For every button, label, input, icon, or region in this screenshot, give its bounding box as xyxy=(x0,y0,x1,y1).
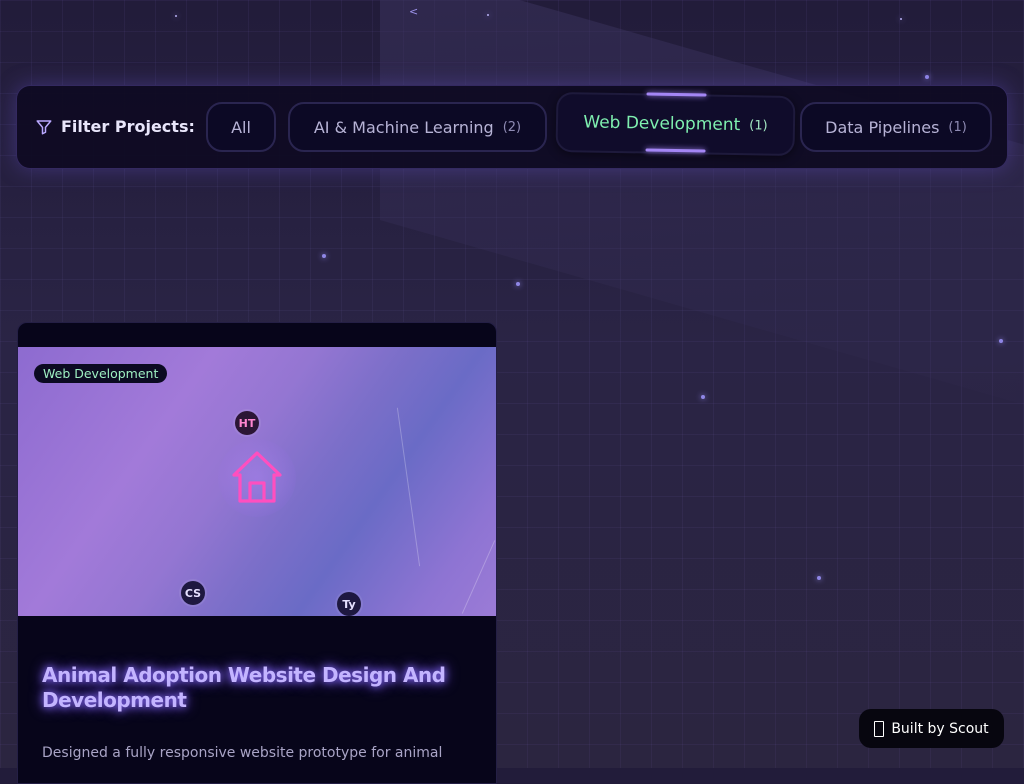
decorative-glyph: < xyxy=(409,5,419,18)
star xyxy=(900,18,902,20)
filter-option-web-development[interactable]: Web Development (1) xyxy=(555,91,796,157)
active-indicator-top xyxy=(645,92,707,97)
filter-option-data-pipelines[interactable]: Data Pipelines (1) xyxy=(800,102,992,152)
built-by-label: Built by Scout xyxy=(891,720,989,737)
house-icon-glow xyxy=(218,439,296,517)
scout-logo-icon xyxy=(874,720,885,737)
filter-option-label: Web Development xyxy=(583,112,741,136)
decorative-line xyxy=(461,540,496,614)
project-title[interactable]: Animal Adoption Website Design And Devel… xyxy=(42,663,462,713)
filter-bar: Filter Projects: All AI & Machine Learni… xyxy=(16,85,1008,169)
house-icon xyxy=(232,451,282,503)
star xyxy=(516,282,520,286)
star xyxy=(322,254,326,258)
filter-option-count: (2) xyxy=(502,119,522,135)
star xyxy=(487,14,489,16)
decorative-line xyxy=(396,407,421,567)
category-badge: Web Development xyxy=(34,364,168,383)
filter-option-all[interactable]: All xyxy=(206,102,276,152)
star xyxy=(999,339,1003,343)
filter-icon xyxy=(36,119,52,134)
filter-option-label: Data Pipelines xyxy=(825,117,940,137)
tech-badge-cs: CS xyxy=(181,581,205,605)
active-indicator-bottom xyxy=(645,148,706,153)
star xyxy=(175,15,177,17)
filter-option-ai-ml[interactable]: AI & Machine Learning (2) xyxy=(288,102,547,152)
project-card-image: Web Development HT CS Ty xyxy=(18,347,496,616)
tech-badge-ty: Ty xyxy=(337,592,361,616)
built-by-button[interactable]: Built by Scout xyxy=(859,709,1004,748)
project-description: Designed a fully responsive website prot… xyxy=(42,745,443,761)
filter-option-label: AI & Machine Learning xyxy=(313,117,494,137)
star xyxy=(925,75,929,79)
star xyxy=(817,576,821,580)
filter-label: Filter Projects: xyxy=(35,117,195,136)
project-card[interactable]: Web Development HT CS Ty Animal Adoption… xyxy=(17,322,497,784)
filter-option-count: (1) xyxy=(749,117,768,134)
filter-option-label: All xyxy=(231,117,251,137)
filter-option-count: (1) xyxy=(948,119,967,135)
tech-badge-ht: HT xyxy=(235,411,259,435)
star xyxy=(701,395,705,399)
filter-label-text: Filter Projects: xyxy=(61,117,195,136)
